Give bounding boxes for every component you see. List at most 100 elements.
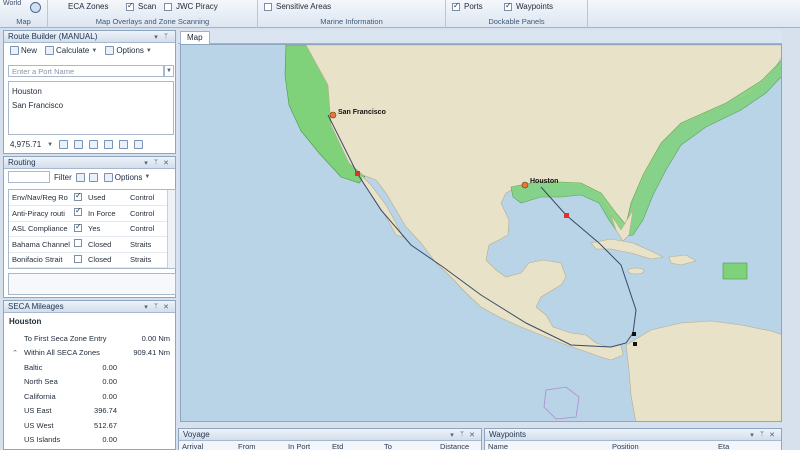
pin-icon[interactable]: ▾ (141, 159, 151, 167)
print-icon[interactable] (134, 140, 144, 149)
jwc-piracy-checkbox[interactable]: JWC Piracy (164, 2, 218, 11)
options-icon (105, 46, 115, 55)
routing-options-label: Options (114, 172, 143, 182)
map-canvas: San Francisco Houston (284, 45, 781, 421)
waypoints-checkbox[interactable]: Waypoints (504, 1, 553, 11)
waypoint-marker (633, 342, 637, 346)
reverse-icon[interactable] (74, 140, 84, 149)
voyage-col-header[interactable]: Distance (437, 442, 481, 450)
seca-zone-name: North Sea (24, 377, 58, 387)
routing-rule-checkbox[interactable] (74, 191, 82, 201)
sensitive-areas-checkbox[interactable]: Sensitive Areas (264, 2, 331, 11)
seca-zone-value: 0.00 (102, 362, 117, 372)
route-distance: 4,975.71 (10, 140, 42, 149)
tab-map[interactable]: Map (180, 31, 210, 44)
port-list: Houston San Francisco (8, 81, 174, 135)
routing-filter-input[interactable] (8, 171, 50, 183)
sort-icon[interactable] (88, 172, 98, 182)
routing-rule-name: Bonifacio Strait (9, 252, 71, 268)
swap-icon[interactable] (59, 140, 69, 149)
port-marker-houston (521, 181, 529, 189)
dock-icon[interactable]: ᛘ (457, 431, 467, 438)
routing-row[interactable]: ASL Compliance YesControl (9, 221, 167, 237)
map-view[interactable]: San Francisco Houston (180, 44, 782, 422)
route-builder-header: Route Builder (MANUAL) ▾ ᛘ (4, 31, 175, 43)
eca-zones-toggle[interactable]: ECA Zones (68, 2, 108, 11)
voyage-col-header[interactable]: Etd (329, 442, 381, 450)
routing-row[interactable]: Env/Nav/Reg Ro UsedControl (9, 190, 167, 206)
options-button[interactable]: Options ▼ (103, 45, 154, 56)
scan-checkbox[interactable]: Scan (126, 1, 157, 11)
routing-rule-checkbox[interactable] (74, 239, 82, 248)
routing-rule-type: Control (127, 205, 167, 222)
pin-icon[interactable]: ▾ (141, 303, 151, 311)
list-icon[interactable] (104, 140, 114, 149)
globe-icon[interactable] (30, 2, 41, 13)
waypoints-panel: Waypoints ▾ ᛘ ✕ Name Position Eta (484, 428, 782, 450)
close-icon[interactable]: ✕ (161, 303, 171, 311)
port-list-item[interactable]: Houston (12, 85, 170, 99)
new-button[interactable]: New (8, 45, 39, 56)
pin-icon[interactable]: ▾ (747, 431, 757, 439)
routing-rule-name: Env/Nav/Reg Ro (9, 190, 71, 206)
close-icon[interactable]: ✕ (467, 431, 477, 439)
scan-label: Scan (138, 2, 157, 11)
seca-port-name: Houston (9, 317, 42, 326)
routing-rule-checkbox[interactable] (74, 254, 82, 263)
scan-check-icon (126, 1, 134, 11)
voyage-col-header[interactable]: From (235, 442, 285, 450)
dock-icon[interactable]: ᛘ (151, 159, 161, 166)
dock-icon[interactable]: ᛘ (161, 33, 171, 40)
waypoint-marker (564, 213, 569, 218)
seca-first-entry-label: To First Seca Zone Entry (24, 333, 107, 343)
dock-icon[interactable]: ᛘ (151, 303, 161, 310)
route-builder-panel: Route Builder (MANUAL) ▾ ᛘ New Calculate… (3, 30, 176, 154)
port-marker-san-francisco (329, 111, 337, 119)
ribbon-group-overlays: ECA Zones Scan JWC Piracy Map Overlays a… (48, 0, 258, 28)
routing-scrollbar[interactable] (167, 190, 175, 268)
waypoints-col-header[interactable]: Name (485, 442, 609, 450)
pin-icon[interactable]: ▾ (151, 33, 161, 41)
seca-within-value: 909.41 Nm (133, 348, 170, 358)
collapse-icon[interactable]: ⌃ (9, 349, 21, 357)
routing-row[interactable]: Anti-Piracy routi In ForceControl (9, 205, 167, 222)
calculate-button[interactable]: Calculate ▼ (43, 45, 99, 56)
options-label: Options (116, 46, 144, 55)
routing-panel: Routing ▾ ᛘ ✕ Filter Options ▼ Env/Nav/R… (3, 156, 176, 298)
routing-rule-type: Straits (127, 236, 167, 253)
filter-icon[interactable] (75, 172, 85, 182)
seca-within-row[interactable]: ⌃ Within All SECA Zones 909.41 Nm (9, 346, 170, 361)
routing-options-button[interactable]: Options ▼ (102, 172, 153, 183)
route-builder-toolbar: New Calculate ▼ Options ▼ (4, 43, 175, 58)
voyage-col-header[interactable]: Arrival (179, 442, 235, 450)
export-icon[interactable] (119, 140, 129, 149)
ribbon-group-marine-label: Marine Information (320, 17, 383, 26)
voyage-col-header[interactable]: To (381, 442, 437, 450)
close-icon[interactable]: ✕ (161, 159, 171, 167)
delete-icon[interactable] (89, 140, 99, 149)
chevron-down-icon[interactable]: ▼ (164, 65, 174, 77)
waypoints-header: Waypoints ▾ ᛘ ✕ (485, 429, 781, 441)
waypoints-title: Waypoints (489, 430, 527, 439)
pin-icon[interactable]: ▾ (447, 431, 457, 439)
routing-rule-checkbox[interactable] (74, 222, 82, 232)
waypoints-col-header[interactable]: Eta (715, 442, 775, 450)
chevron-down-icon: ▼ (145, 47, 152, 54)
ports-checkbox[interactable]: Ports (452, 1, 483, 11)
routing-rule-checkbox[interactable] (74, 206, 82, 217)
routing-row[interactable]: Bahama Channel Closed Straits (9, 236, 167, 253)
seca-first-entry-value: 0.00 Nm (141, 333, 170, 343)
dock-icon[interactable]: ᛘ (757, 431, 767, 438)
chevron-down-icon[interactable]: ▼ (47, 142, 53, 148)
jwc-piracy-check-icon (164, 2, 172, 11)
seca-zone-name: US West (24, 420, 54, 430)
port-list-item[interactable]: San Francisco (12, 99, 170, 113)
routing-row[interactable]: Bonifacio Strait Closed Straits (9, 252, 167, 268)
seca-zone-name: Baltic (24, 362, 43, 372)
waypoints-col-header[interactable]: Position (609, 442, 715, 450)
close-icon[interactable]: ✕ (767, 431, 777, 439)
voyage-col-header[interactable]: In Port (285, 442, 329, 450)
routing-title: Routing (8, 158, 36, 167)
port-label-san-francisco: San Francisco (338, 109, 386, 116)
port-search-input[interactable]: Enter a Port Name (8, 65, 164, 77)
